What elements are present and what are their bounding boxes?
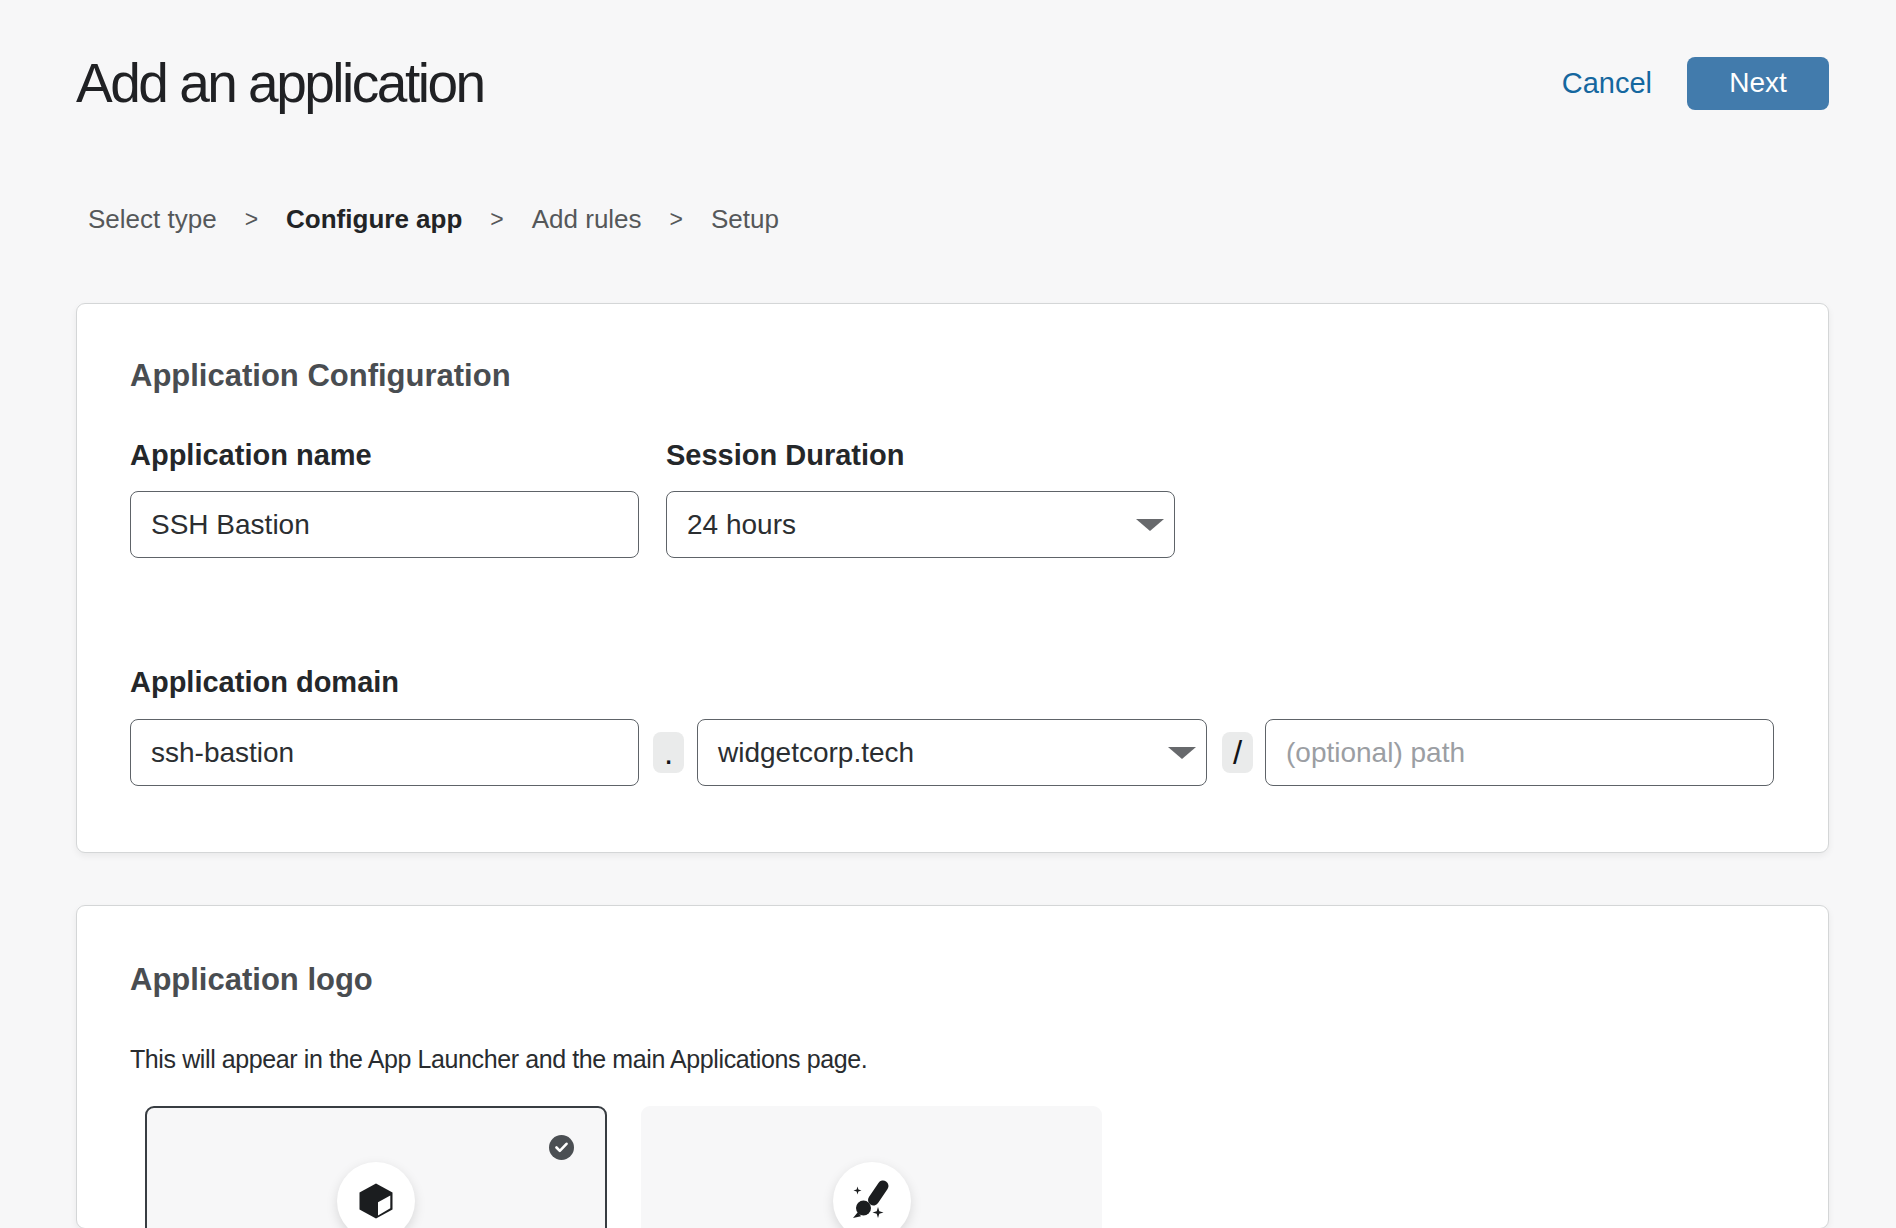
step-select-type[interactable]: Select type: [88, 204, 217, 235]
page-header: Add an application Cancel Next: [0, 0, 1896, 115]
step-setup[interactable]: Setup: [711, 204, 779, 235]
step-separator: >: [245, 206, 258, 233]
application-logo-card: Application logo This will appear in the…: [76, 905, 1829, 1228]
session-duration-select[interactable]: 24 hours: [666, 491, 1175, 558]
application-name-label: Application name: [130, 439, 639, 472]
cube-icon: [358, 1183, 394, 1219]
application-configuration-card: Application Configuration Application na…: [76, 303, 1829, 853]
header-actions: Cancel Next: [1562, 57, 1829, 110]
path-input[interactable]: (optional) path: [1265, 719, 1774, 786]
paintbrush-icon: [850, 1174, 894, 1220]
selected-check-icon: [549, 1135, 574, 1160]
subdomain-input[interactable]: ssh-bastion: [130, 719, 639, 786]
next-button[interactable]: Next: [1687, 57, 1829, 110]
default-logo-tile[interactable]: [145, 1106, 607, 1228]
session-duration-label: Session Duration: [666, 439, 1175, 472]
application-name-input[interactable]: SSH Bastion: [130, 491, 639, 558]
step-add-rules[interactable]: Add rules: [532, 204, 642, 235]
application-logo-description: This will appear in the App Launcher and…: [130, 1045, 1775, 1074]
step-separator: >: [490, 206, 503, 233]
breadcrumb: Select type > Configure app > Add rules …: [88, 204, 1896, 235]
domain-dot-separator: .: [653, 732, 684, 773]
custom-logo-tile[interactable]: [641, 1106, 1102, 1228]
domain-zone-select[interactable]: widgetcorp.tech: [697, 719, 1207, 786]
custom-logo-icon-circle: [833, 1162, 911, 1228]
application-logo-title: Application logo: [130, 962, 1775, 998]
domain-slash-separator: /: [1222, 732, 1253, 773]
default-logo-icon-circle: [337, 1162, 415, 1228]
application-configuration-title: Application Configuration: [130, 358, 1775, 394]
step-configure-app[interactable]: Configure app: [286, 204, 462, 235]
step-separator: >: [670, 206, 683, 233]
cancel-button[interactable]: Cancel: [1562, 67, 1652, 100]
application-name-field: Application name SSH Bastion: [130, 439, 639, 558]
check-mark: [555, 1142, 568, 1153]
chevron-down-icon: [1136, 519, 1164, 531]
page-title: Add an application: [76, 51, 484, 115]
chevron-down-icon: [1168, 747, 1196, 759]
application-domain-label: Application domain: [130, 666, 1775, 699]
session-duration-field: Session Duration 24 hours: [666, 439, 1175, 558]
